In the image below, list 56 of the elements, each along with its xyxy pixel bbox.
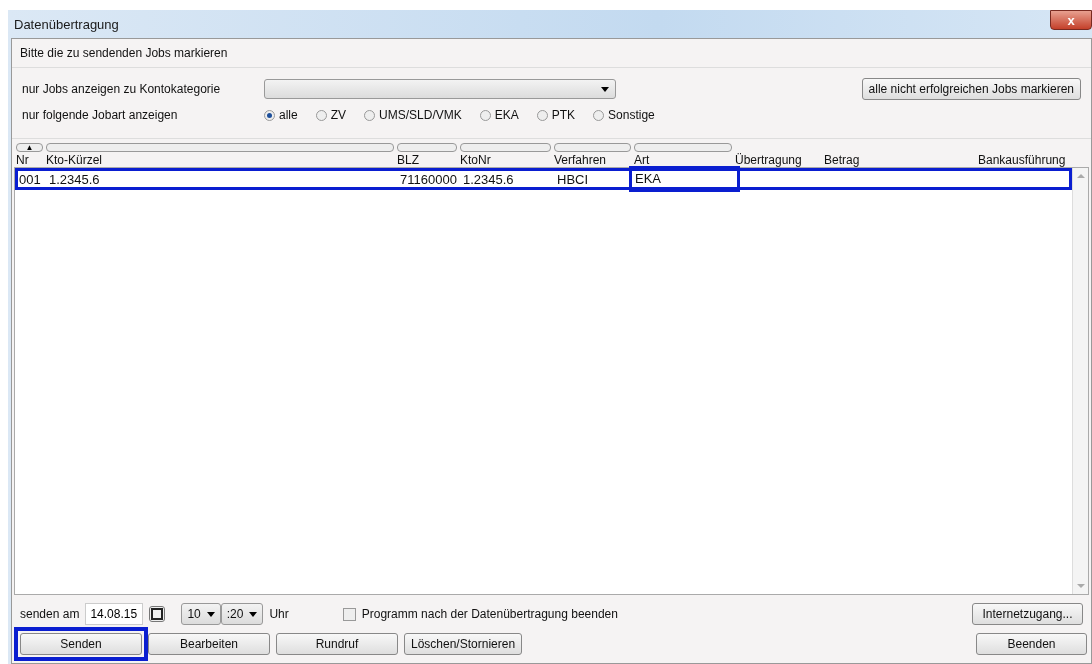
- table-cell-text: 1.2345.6: [463, 171, 515, 187]
- action-button[interactable]: Bearbeiten: [148, 633, 270, 655]
- column-header: Kto-Kürzel: [46, 153, 104, 167]
- jobtype-label: nur folgende Jobart anzeigen: [22, 108, 179, 122]
- table-cell-text: 71160000: [400, 171, 458, 187]
- table-cell-text: HBCI: [557, 171, 590, 187]
- sort-button[interactable]: [554, 143, 631, 152]
- send-date-label: senden am: [20, 607, 80, 621]
- action-button[interactable]: Löschen/Stornieren: [404, 633, 523, 655]
- radio-label: alle: [279, 108, 298, 122]
- column-header: Art: [634, 153, 651, 167]
- category-label: nur Jobs anzeigen zu Kontokategorie: [22, 82, 222, 96]
- column-header: Betrag: [824, 153, 861, 167]
- sort-button[interactable]: [397, 143, 457, 152]
- table-cell: EKA: [631, 168, 738, 190]
- column-header: Nr: [16, 153, 30, 167]
- radio-button[interactable]: [479, 109, 491, 121]
- sort-button[interactable]: [46, 143, 394, 152]
- minute-dropdown[interactable]: :20: [220, 603, 264, 625]
- sort-button[interactable]: ▲: [16, 143, 43, 152]
- radio-label: UMS/SLD/VMK: [379, 108, 462, 122]
- action-button[interactable]: Rundruf: [276, 633, 398, 655]
- radio-button[interactable]: [315, 109, 327, 121]
- radio-button[interactable]: [593, 109, 605, 121]
- column-header: KtoNr: [460, 153, 492, 167]
- calendar-icon[interactable]: [149, 606, 166, 622]
- radio-label: PTK: [551, 108, 576, 122]
- table-cell-text: 1.2345.6: [49, 171, 101, 187]
- table-cell-text: 001: [19, 171, 42, 187]
- checkbox-label: Programm nach der Datenübertragung beenden: [361, 607, 618, 621]
- instruction-text: Bitte die zu sendenden Jobs markieren: [20, 46, 228, 60]
- internet-access-button[interactable]: Internetzugang...: [972, 603, 1083, 625]
- radio-button[interactable]: [264, 109, 275, 121]
- column-header: Übertragung: [735, 153, 803, 167]
- hour-dropdown[interactable]: 10: [181, 603, 221, 625]
- column-header: Verfahren: [554, 153, 608, 167]
- exit-checkbox[interactable]: [342, 607, 356, 621]
- time-unit: Uhr: [269, 607, 289, 621]
- column-header: Bankausführung: [978, 153, 1067, 167]
- window-title: Datenübertragung: [14, 16, 119, 32]
- scrollbar[interactable]: [1072, 168, 1088, 594]
- radio-button[interactable]: [536, 109, 548, 121]
- close-button[interactable]: x: [1050, 10, 1092, 30]
- radio-button[interactable]: [364, 109, 376, 121]
- mark-jobs-button[interactable]: alle nicht erfolgreichen Jobs markieren: [861, 78, 1081, 100]
- date-field[interactable]: 14.08.15: [85, 603, 144, 625]
- table-row[interactable]: 001 1.2345.6 71160000 1.2345.6 HBCI EKA: [15, 168, 1072, 190]
- sort-button[interactable]: [460, 143, 551, 152]
- quit-button[interactable]: Beenden: [976, 633, 1087, 655]
- sort-button[interactable]: [634, 143, 732, 152]
- radio-label: EKA: [494, 108, 519, 122]
- column-header: BLZ: [397, 153, 420, 167]
- radio-label: ZV: [330, 108, 347, 122]
- category-dropdown[interactable]: [264, 79, 616, 99]
- radio-label: Sonstige: [608, 108, 655, 122]
- action-button[interactable]: Senden: [20, 633, 142, 655]
